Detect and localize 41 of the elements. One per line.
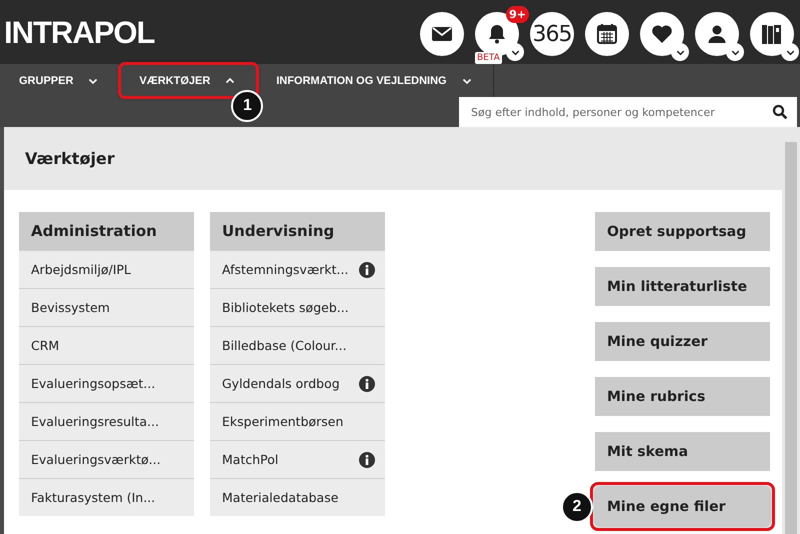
tool-list-item[interactable]: Bibliotekets søgeb...	[210, 288, 385, 326]
tool-button[interactable]: Mit skema	[595, 432, 770, 471]
beta-label: BETA	[475, 52, 502, 64]
tool-list-item[interactable]: Bevissystem	[19, 288, 194, 326]
search-field[interactable]: Søg efter indhold, personer og kompetencer	[459, 97, 797, 127]
tool-button[interactable]: Min litteraturliste	[595, 267, 770, 306]
tool-list-item[interactable]: Eksperimentbørsen	[210, 402, 385, 440]
calendar-button[interactable]	[585, 12, 629, 56]
notification-badge: 9+	[506, 6, 529, 23]
person-button[interactable]	[695, 12, 739, 56]
search-icon	[771, 103, 789, 121]
tool-button[interactable]: Mine rubrics	[595, 377, 770, 416]
panel-title: Værktøjer	[25, 149, 115, 168]
column-heading: Administration	[19, 212, 194, 250]
calendar-icon	[595, 22, 619, 46]
intrapol-logo[interactable]: INTRAPOL	[4, 16, 154, 48]
tool-button[interactable]: Mine quizzer	[595, 322, 770, 361]
tool-list-item[interactable]: Materialedatabase	[210, 478, 385, 516]
tool-button[interactable]: Opret supportsag	[595, 212, 770, 251]
envelope-button[interactable]	[420, 12, 464, 56]
tool-list-item[interactable]: CRM	[19, 326, 194, 364]
scrollbar[interactable]	[782, 127, 800, 534]
heart-button[interactable]	[640, 12, 684, 56]
tool-list-item[interactable]: Gyldendals ordbog	[210, 364, 385, 402]
step-number-badge: 2	[561, 491, 593, 523]
nav-menu-item[interactable]: GRUPPER	[0, 64, 120, 97]
nav-menu-item[interactable]: VÆRKTØJER	[120, 64, 258, 97]
tool-list-item[interactable]: Billedbase (Colour...	[210, 326, 385, 364]
tool-list-item[interactable]: Evalueringsværktø...	[19, 440, 194, 478]
books-button[interactable]	[750, 12, 794, 56]
tool-list-item[interactable]: Arbejdsmiljø/IPL	[19, 250, 194, 288]
tool-list-item[interactable]: MatchPol	[210, 440, 385, 478]
tool-list-item[interactable]: Afstemningsværkt...	[210, 250, 385, 288]
books-icon	[760, 22, 784, 46]
calendar-365-button[interactable]: 365	[530, 12, 574, 56]
column-heading: Undervisning	[210, 212, 385, 250]
tool-button[interactable]: Mine egne filer	[595, 487, 770, 526]
tool-list-item[interactable]: Fakturasystem (In...	[19, 478, 194, 516]
step-number-badge: 1	[231, 90, 264, 122]
tool-list-item[interactable]: Evalueringsresulta...	[19, 402, 194, 440]
tool-list-item[interactable]: Evalueringsopsæt...	[19, 364, 194, 402]
